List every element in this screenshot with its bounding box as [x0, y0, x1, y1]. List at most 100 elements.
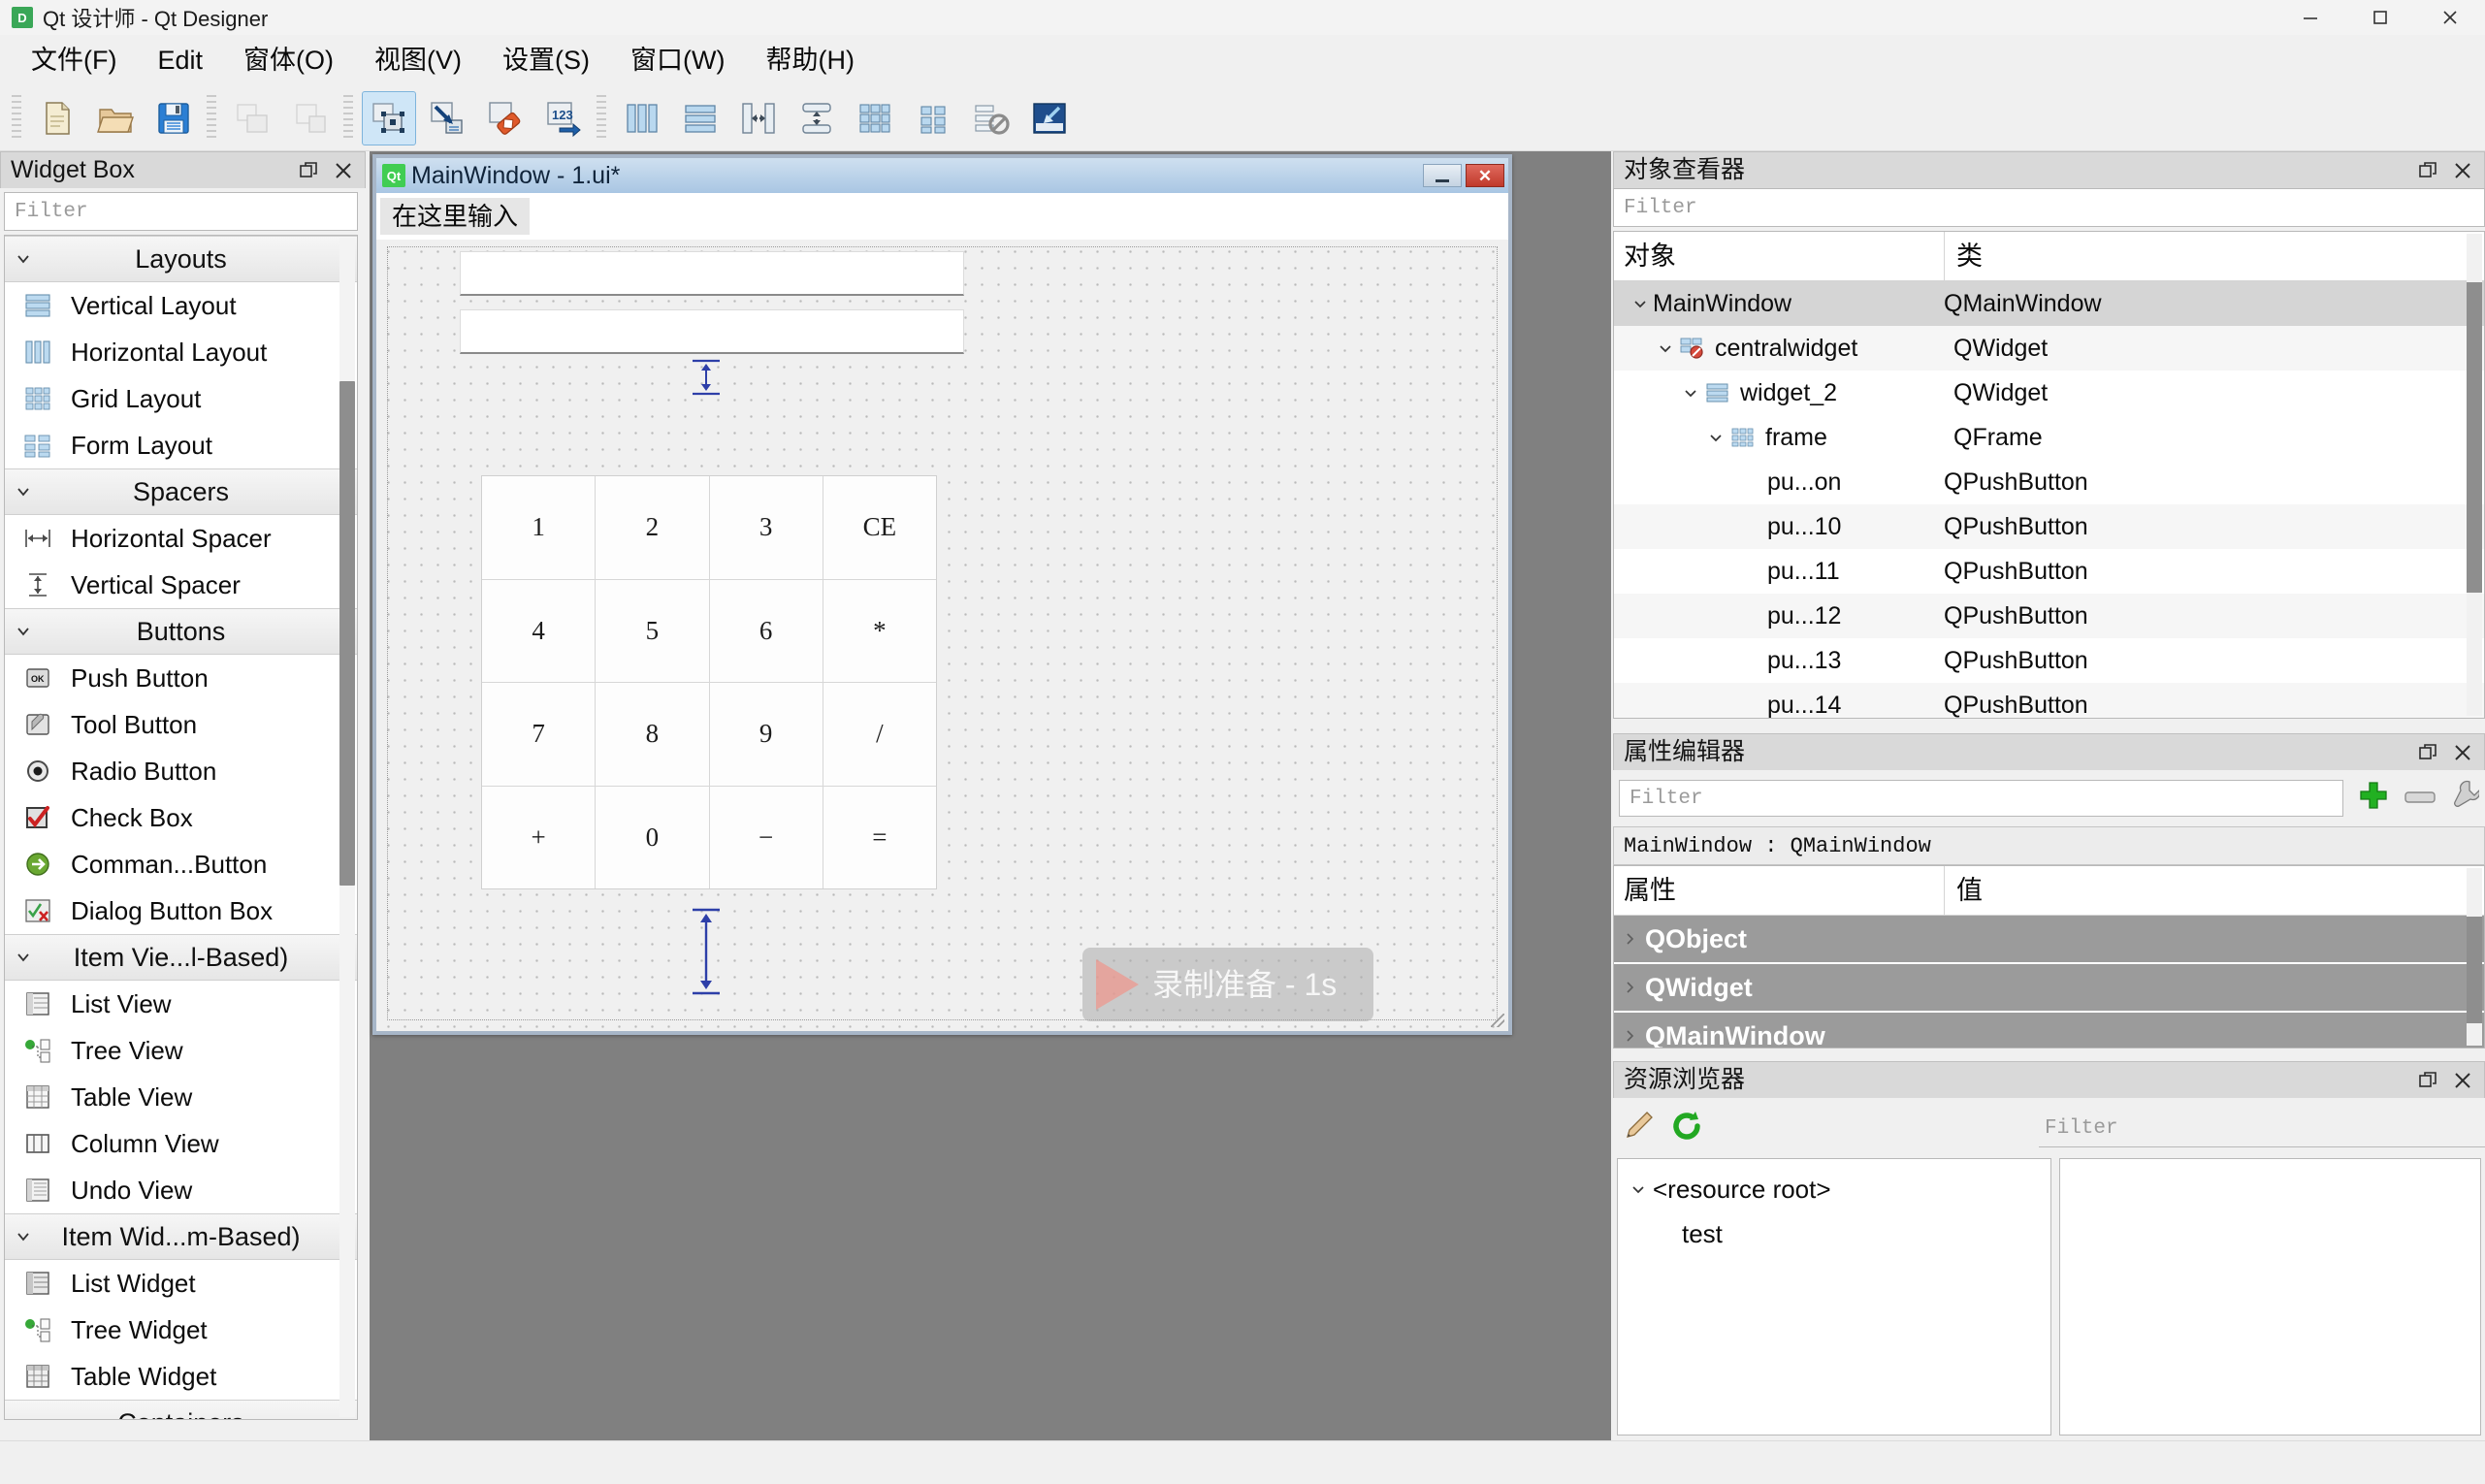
form-central-area[interactable]: 1 2 3 CE 4 5 6 * 7 8 9 / + 0 − = 录制准备 - …: [376, 240, 1508, 1031]
splitter-horizontal-button[interactable]: [731, 91, 786, 145]
vertical-spacer-bottom[interactable]: [677, 907, 735, 996]
resource-tree[interactable]: <resource root> test: [1617, 1158, 2051, 1436]
float-icon[interactable]: [2418, 161, 2437, 180]
new-form-button[interactable]: [30, 91, 84, 145]
menu-form[interactable]: 窗体(O): [228, 43, 349, 80]
widget-item-tool-button[interactable]: Tool Button: [5, 701, 357, 748]
calc-button-4[interactable]: 4: [482, 579, 596, 682]
calc-button-6[interactable]: 6: [709, 579, 823, 682]
form-title-bar[interactable]: Qt MainWindow - 1.ui* ✕: [376, 158, 1508, 193]
table-row[interactable]: widget_2 QWidget: [1614, 371, 2484, 415]
table-row[interactable]: pu...11 QPushButton: [1614, 549, 2484, 594]
object-inspector-scrollbar-thumb[interactable]: [2467, 282, 2482, 593]
calc-button-5[interactable]: 5: [596, 579, 709, 682]
widget-item-grid-layout[interactable]: Grid Layout: [5, 375, 357, 422]
widget-box-group-containers[interactable]: Containers: [5, 1400, 357, 1419]
widget-item-column-view[interactable]: Column View: [5, 1120, 357, 1167]
widget-box-list[interactable]: Layouts Vertical Layout Horizontal Layou…: [4, 235, 358, 1420]
widget-box-group-buttons[interactable]: Buttons: [5, 608, 357, 655]
adjust-size-button[interactable]: [1022, 91, 1077, 145]
chevron-right-icon[interactable]: [1614, 1029, 1645, 1043]
toolbar-grip-2[interactable]: [207, 95, 216, 142]
widget-item-form-layout[interactable]: Form Layout: [5, 422, 357, 468]
save-form-button[interactable]: [146, 91, 201, 145]
calc-button-7[interactable]: 7: [482, 683, 596, 786]
chevron-right-icon[interactable]: [1614, 932, 1645, 946]
calc-button-1[interactable]: 1: [482, 476, 596, 579]
remove-minus-icon[interactable]: [2404, 786, 2437, 812]
widget-item-list-widget[interactable]: List Widget: [5, 1260, 357, 1307]
chevron-down-icon[interactable]: [1628, 296, 1653, 311]
line-edit-display-2[interactable]: [460, 309, 964, 354]
open-form-button[interactable]: [88, 91, 143, 145]
close-icon[interactable]: [2453, 161, 2472, 180]
float-icon[interactable]: [299, 161, 318, 180]
chevron-down-icon[interactable]: [1653, 340, 1678, 356]
property-editor-scrollbar-thumb[interactable]: [2467, 917, 2482, 1023]
widget-item-command-link-button[interactable]: Comman...Button: [5, 841, 357, 887]
break-layout-button[interactable]: [964, 91, 1018, 145]
widget-item-vertical-layout[interactable]: Vertical Layout: [5, 282, 357, 329]
list-item[interactable]: <resource root>: [1618, 1167, 2050, 1211]
property-group-qmainwindow[interactable]: QMainWindow: [1614, 1013, 2484, 1048]
chevron-down-icon[interactable]: [1624, 1181, 1653, 1197]
table-row[interactable]: frame QFrame: [1614, 415, 2484, 460]
widget-box-group-item-widgets[interactable]: Item Wid...m-Based): [5, 1213, 357, 1260]
widget-item-tree-widget[interactable]: Tree Widget: [5, 1307, 357, 1353]
form-design-window[interactable]: Qt MainWindow - 1.ui* ✕ 在这里输入 1 2 3 CE 4…: [372, 154, 1512, 1035]
widget-item-horizontal-spacer[interactable]: Horizontal Spacer: [5, 515, 357, 562]
close-icon[interactable]: [334, 161, 353, 180]
property-editor-table[interactable]: 属性 值 QObject QWidget QMainWindow: [1613, 865, 2485, 1048]
table-row[interactable]: centralwidget QWidget: [1614, 326, 2484, 371]
minimize-icon[interactable]: [2275, 0, 2345, 35]
chevron-down-icon[interactable]: [1703, 430, 1728, 445]
widget-item-horizontal-layout[interactable]: Horizontal Layout: [5, 329, 357, 375]
table-row[interactable]: pu...13 QPushButton: [1614, 638, 2484, 683]
add-plus-icon[interactable]: [2357, 779, 2390, 818]
widget-item-table-widget[interactable]: Table Widget: [5, 1353, 357, 1400]
vertical-spacer-top[interactable]: [677, 358, 735, 397]
resource-preview-pane[interactable]: [2059, 1158, 2481, 1436]
close-icon[interactable]: [2415, 0, 2485, 35]
table-row[interactable]: pu...10 QPushButton: [1614, 504, 2484, 549]
widget-item-table-view[interactable]: Table View: [5, 1074, 357, 1120]
object-inspector-filter-input[interactable]: Filter: [1613, 188, 2485, 227]
edit-widgets-button[interactable]: [362, 91, 416, 145]
resource-browser-filter-input[interactable]: Filter: [2039, 1111, 2485, 1147]
chevron-right-icon[interactable]: [1614, 981, 1645, 994]
edit-tab-order-button[interactable]: 123: [536, 91, 591, 145]
form-menu-bar[interactable]: 在这里输入: [376, 193, 1508, 240]
redo-button[interactable]: [283, 91, 338, 145]
toolbar-grip-3[interactable]: [343, 95, 353, 142]
toolbar-grip-4[interactable]: [597, 95, 606, 142]
calc-button-2[interactable]: 2: [596, 476, 709, 579]
reload-refresh-icon[interactable]: [1669, 1109, 1704, 1149]
close-icon[interactable]: [2453, 1071, 2472, 1090]
float-icon[interactable]: [2418, 1071, 2437, 1090]
menu-view[interactable]: 视图(V): [359, 43, 477, 80]
close-icon[interactable]: [2453, 743, 2472, 762]
property-group-qobject[interactable]: QObject: [1614, 916, 2484, 964]
widget-item-dialog-button-box[interactable]: Dialog Button Box: [5, 887, 357, 934]
edit-signals-slots-button[interactable]: [420, 91, 474, 145]
widget-box-group-layouts[interactable]: Layouts: [5, 236, 357, 282]
widget-item-check-box[interactable]: Check Box: [5, 794, 357, 841]
calc-button-divide[interactable]: /: [823, 683, 936, 786]
splitter-vertical-button[interactable]: [790, 91, 844, 145]
menu-edit[interactable]: Edit: [142, 43, 218, 80]
widget-box-group-spacers[interactable]: Spacers: [5, 468, 357, 515]
table-row[interactable]: pu...12 QPushButton: [1614, 594, 2484, 638]
widget-item-tree-view[interactable]: Tree View: [5, 1027, 357, 1074]
menu-window[interactable]: 窗口(W): [615, 43, 740, 80]
form-close-button[interactable]: ✕: [1466, 164, 1504, 187]
line-edit-display-1[interactable]: [460, 251, 964, 296]
calc-button-plus[interactable]: +: [482, 786, 596, 888]
calc-button-0[interactable]: 0: [596, 786, 709, 888]
widget-box-scrollbar-thumb[interactable]: [339, 381, 355, 886]
widget-item-push-button[interactable]: OK Push Button: [5, 655, 357, 701]
menu-type-here-placeholder[interactable]: 在这里输入: [380, 198, 531, 235]
pencil-edit-icon[interactable]: [1621, 1109, 1656, 1149]
edit-buddies-button[interactable]: [478, 91, 532, 145]
calc-button-ce[interactable]: CE: [823, 476, 936, 579]
object-inspector-tree[interactable]: 对象 类 MainWindow QMainWindow centralwidge…: [1613, 231, 2485, 719]
